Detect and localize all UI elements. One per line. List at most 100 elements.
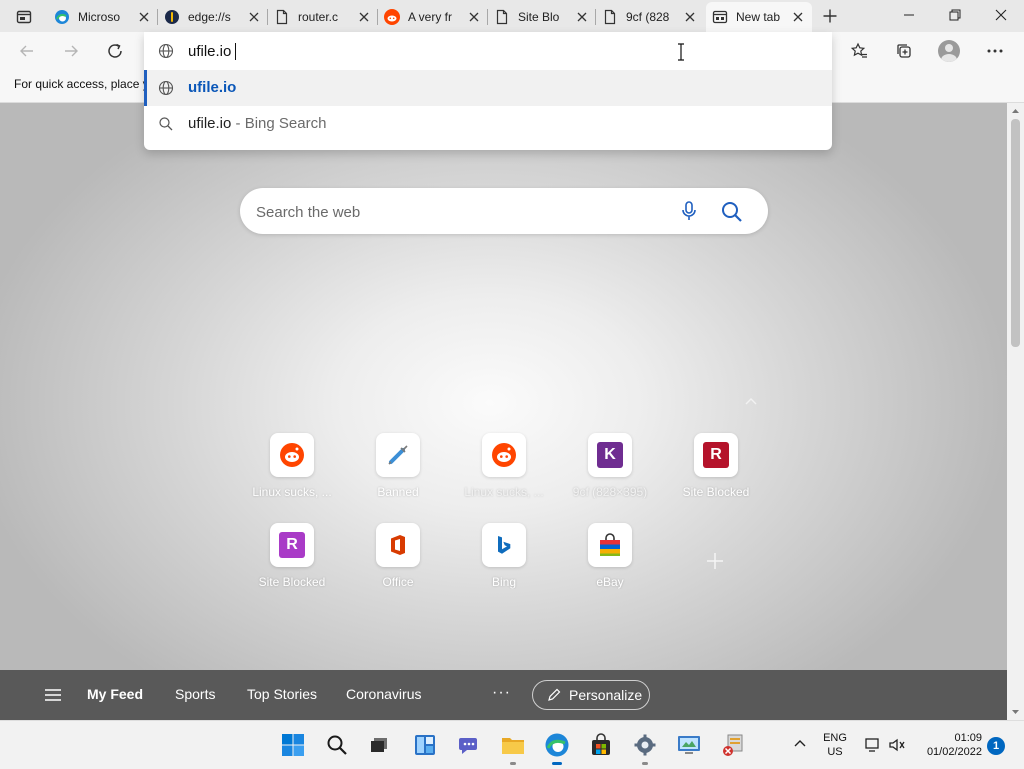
page-icon — [602, 9, 618, 25]
scrollbar-thumb[interactable] — [1011, 119, 1020, 347]
close-tab-icon[interactable] — [246, 9, 262, 25]
feed-tab-top-stories[interactable]: Top Stories — [247, 686, 317, 702]
scroll-up-arrow-icon[interactable] — [1011, 107, 1020, 115]
close-tab-icon[interactable] — [790, 9, 806, 25]
tab-site-blocked[interactable]: Site Blo — [488, 4, 596, 30]
feed-tab-coronavirus[interactable]: Coronavirus — [346, 686, 421, 702]
notification-badge[interactable]: 1 — [987, 737, 1005, 755]
pencil-icon — [548, 688, 561, 701]
quick-link-tile[interactable]: Bing — [456, 523, 552, 589]
hamburger-menu-icon[interactable] — [44, 688, 62, 702]
search-icon[interactable] — [720, 200, 744, 224]
quick-link-label: Bing — [491, 575, 517, 589]
more-dots-icon — [987, 49, 1003, 53]
minimize-button[interactable] — [886, 0, 932, 30]
quick-link-tile[interactable]: Banned — [350, 433, 446, 499]
quick-link-tile[interactable]: Linux sucks, ... — [244, 433, 340, 499]
edge-icon — [54, 9, 70, 25]
tab-title: router.c — [298, 10, 339, 24]
feed-more-button[interactable]: ··· — [492, 684, 511, 702]
tab-actions-button[interactable] — [8, 6, 40, 28]
quick-link-tile[interactable]: R Site Blocked — [244, 523, 340, 589]
task-view-button[interactable] — [365, 731, 393, 759]
windows-start-button[interactable] — [279, 731, 307, 759]
file-explorer-button[interactable] — [499, 731, 527, 765]
tab-router[interactable]: router.c — [268, 4, 378, 30]
quick-link-tile[interactable]: K 9cf (828×395) — [562, 433, 658, 499]
tab-9cf[interactable]: 9cf (828 — [596, 4, 704, 30]
teams-chat-button[interactable] — [455, 731, 483, 759]
widgets-button[interactable] — [411, 731, 439, 759]
quick-link-tile[interactable]: Office — [350, 523, 446, 589]
newtab-icon — [712, 9, 728, 25]
system-clock[interactable]: 01:09 01/02/2022 — [912, 731, 982, 759]
search-web-input[interactable] — [254, 199, 658, 225]
address-input[interactable] — [188, 38, 808, 64]
close-window-button[interactable] — [978, 0, 1024, 30]
suggestion-text: ufile.io — [188, 79, 237, 96]
running-indicator — [642, 762, 648, 765]
address-bar-dropdown: ufile.io ufile.io - Bing Search — [144, 32, 832, 150]
network-tool-button[interactable] — [719, 731, 747, 759]
add-shortcut-plus-icon[interactable] — [704, 550, 726, 572]
tab-edge-settings[interactable]: edge://s — [158, 4, 268, 30]
settings-more-button[interactable] — [980, 36, 1010, 66]
tab-title: Site Blo — [518, 10, 560, 24]
taskbar-search-button[interactable] — [323, 731, 351, 759]
feed-tab-my-feed[interactable]: My Feed — [87, 686, 143, 702]
feed-tab-sports[interactable]: Sports — [175, 686, 215, 702]
control-panel-button[interactable] — [675, 731, 703, 759]
new-tab-page: Linux sucks, ... Banned Linux sucks, ...… — [0, 103, 1007, 720]
quick-link-tile[interactable]: Linux sucks, ... — [456, 433, 552, 499]
edge-taskbar-button[interactable] — [543, 731, 571, 765]
suggestion-url[interactable]: ufile.io — [144, 70, 832, 106]
favorites-button[interactable] — [844, 36, 874, 66]
address-bar[interactable] — [144, 32, 832, 70]
chevron-up-icon[interactable] — [744, 395, 758, 407]
suggestion-query: ufile.io — [188, 115, 232, 132]
forward-button[interactable] — [56, 36, 86, 66]
volume-muted-icon[interactable] — [888, 737, 906, 753]
network-tool-icon — [723, 734, 743, 756]
personalize-button[interactable]: Personalize — [532, 680, 650, 710]
quick-link-label: Linux sucks, ... — [464, 485, 544, 499]
suggestion-suffix: - Bing Search — [231, 115, 327, 132]
quick-link-label: Office — [382, 575, 414, 589]
chevron-up-icon[interactable] — [792, 738, 808, 750]
quick-link-label: 9cf (828×395) — [572, 485, 648, 499]
web-search-box[interactable] — [240, 188, 768, 234]
restore-button[interactable] — [932, 0, 978, 30]
page-scrollbar[interactable] — [1007, 103, 1024, 720]
new-tab-button[interactable] — [818, 4, 842, 28]
collections-button[interactable] — [889, 36, 919, 66]
profile-avatar[interactable] — [938, 40, 960, 62]
edge-icon — [545, 733, 569, 757]
language-code: ENG — [823, 732, 847, 744]
tab-reddit[interactable]: A very fr — [378, 4, 488, 30]
tab-new-tab[interactable]: New tab — [706, 2, 812, 32]
close-tab-icon[interactable] — [574, 9, 590, 25]
suggestion-bing-search[interactable]: ufile.io - Bing Search — [144, 106, 832, 142]
close-tab-icon[interactable] — [356, 9, 372, 25]
back-button[interactable] — [12, 36, 42, 66]
scroll-down-arrow-icon[interactable] — [1011, 708, 1020, 716]
quick-link-tile[interactable]: R Site Blocked — [668, 433, 764, 499]
collections-icon — [897, 44, 911, 58]
tab-microsoft[interactable]: Microso — [48, 4, 158, 30]
restore-icon — [949, 9, 961, 21]
quick-link-icon-tile — [482, 523, 526, 567]
quick-link-icon-tile: R — [694, 433, 738, 477]
text-caret — [235, 43, 236, 60]
store-button[interactable] — [587, 731, 615, 759]
refresh-button[interactable] — [100, 36, 130, 66]
running-indicator — [552, 762, 562, 765]
quick-link-tile[interactable]: eBay — [562, 523, 658, 589]
settings-button[interactable] — [631, 731, 659, 765]
network-icon[interactable] — [864, 737, 882, 753]
quick-link-icon-tile: K — [588, 433, 632, 477]
input-language-indicator[interactable]: ENG US — [818, 731, 852, 759]
close-tab-icon[interactable] — [136, 9, 152, 25]
microphone-icon[interactable] — [678, 200, 700, 222]
close-tab-icon[interactable] — [466, 9, 482, 25]
close-tab-icon[interactable] — [682, 9, 698, 25]
